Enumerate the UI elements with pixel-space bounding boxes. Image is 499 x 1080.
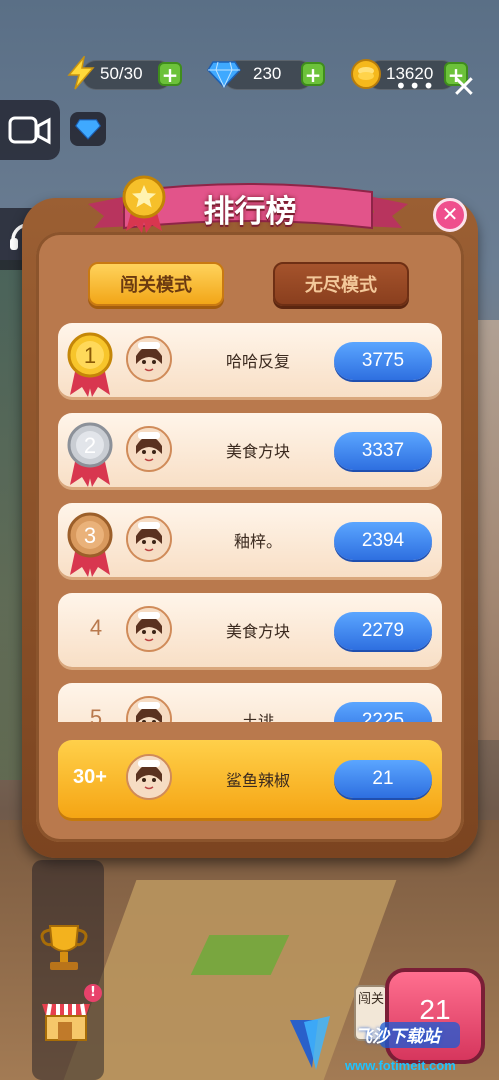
more-options-icon[interactable]: ••• — [395, 74, 436, 98]
chef-avatar-icon — [128, 698, 170, 722]
video-record-button[interactable] — [0, 100, 60, 160]
chef-avatar-icon — [128, 428, 170, 470]
lightning-icon — [67, 56, 95, 90]
score-pill: 3775 — [334, 342, 432, 380]
leaderboard-row: 5 土诽 2225 — [58, 683, 442, 722]
energy-counter: 50/30 + — [66, 56, 186, 90]
tab-level-mode[interactable]: 闯关模式 — [88, 262, 224, 306]
leaderboard-list[interactable]: 1 哈哈反复 3775 2 美食方块 3337 3 釉梓。 2394 4 美食方… — [56, 320, 446, 722]
leaderboard-row: 2 美食方块 3337 — [58, 413, 442, 487]
rank-number: 4 — [89, 615, 103, 640]
energy-value: 50/30 — [100, 64, 143, 83]
trophy-icon[interactable] — [36, 920, 92, 976]
my-player-name: 鲨鱼辣椒 — [225, 771, 290, 790]
gem-counter: 230 + — [207, 60, 327, 90]
score-pill: 2394 — [334, 522, 432, 560]
leaderboard-row: 4 美食方块 2279 — [58, 593, 442, 667]
player-name: 土诽 — [241, 712, 274, 722]
player-name: 美食方块 — [225, 622, 290, 641]
avatar — [126, 516, 172, 562]
leaderboard-row: 3 釉梓。 2394 — [58, 503, 442, 577]
leaderboard-title: 排行榜 — [203, 194, 297, 230]
avatar — [126, 606, 172, 652]
leaderboard-row: 1 哈哈反复 3775 — [58, 323, 442, 397]
tab-endless-mode[interactable]: 无尽模式 — [273, 262, 409, 306]
chef-avatar-icon — [128, 518, 170, 560]
rank-number: 3 — [83, 523, 97, 548]
avatar — [126, 336, 172, 382]
rank-number: 5 — [89, 705, 103, 722]
player-name: 美食方块 — [225, 442, 290, 461]
avatar — [126, 426, 172, 472]
close-app-icon[interactable]: ✕ — [450, 73, 478, 103]
rank-number: 2 — [83, 433, 97, 458]
chef-avatar-icon — [128, 338, 170, 380]
diamond-icon — [75, 119, 101, 140]
diamond-icon — [207, 61, 241, 88]
my-rank-number: 30+ — [73, 766, 107, 788]
score-pill: 2279 — [334, 612, 432, 650]
my-avatar — [126, 754, 172, 800]
gem-value: 230 — [253, 64, 282, 83]
watermark-text: 飞沙下载站 — [355, 1027, 440, 1047]
gem-reward-badge[interactable] — [70, 112, 106, 146]
score-pill: 2225 — [334, 702, 432, 722]
player-name: 哈哈反复 — [225, 352, 290, 371]
gem-add-button[interactable]: + — [301, 62, 325, 86]
rank-number: 1 — [83, 343, 97, 368]
panel-close-button[interactable]: ✕ — [433, 198, 467, 232]
coin-icon — [351, 59, 381, 89]
my-rank-row: 30+ 鲨鱼辣椒 21 — [58, 740, 442, 818]
my-score-pill: 21 — [334, 760, 432, 798]
avatar — [126, 696, 172, 722]
video-camera-icon — [8, 116, 51, 145]
chef-avatar-icon — [128, 608, 170, 650]
shop-notification-badge: ! — [84, 984, 102, 1002]
chef-avatar-icon — [128, 756, 170, 798]
energy-add-button[interactable]: + — [158, 62, 182, 86]
score-pill: 3337 — [334, 432, 432, 470]
player-name: 釉梓。 — [233, 532, 282, 551]
watermark-url: www.fotimeit.com — [345, 1058, 456, 1073]
